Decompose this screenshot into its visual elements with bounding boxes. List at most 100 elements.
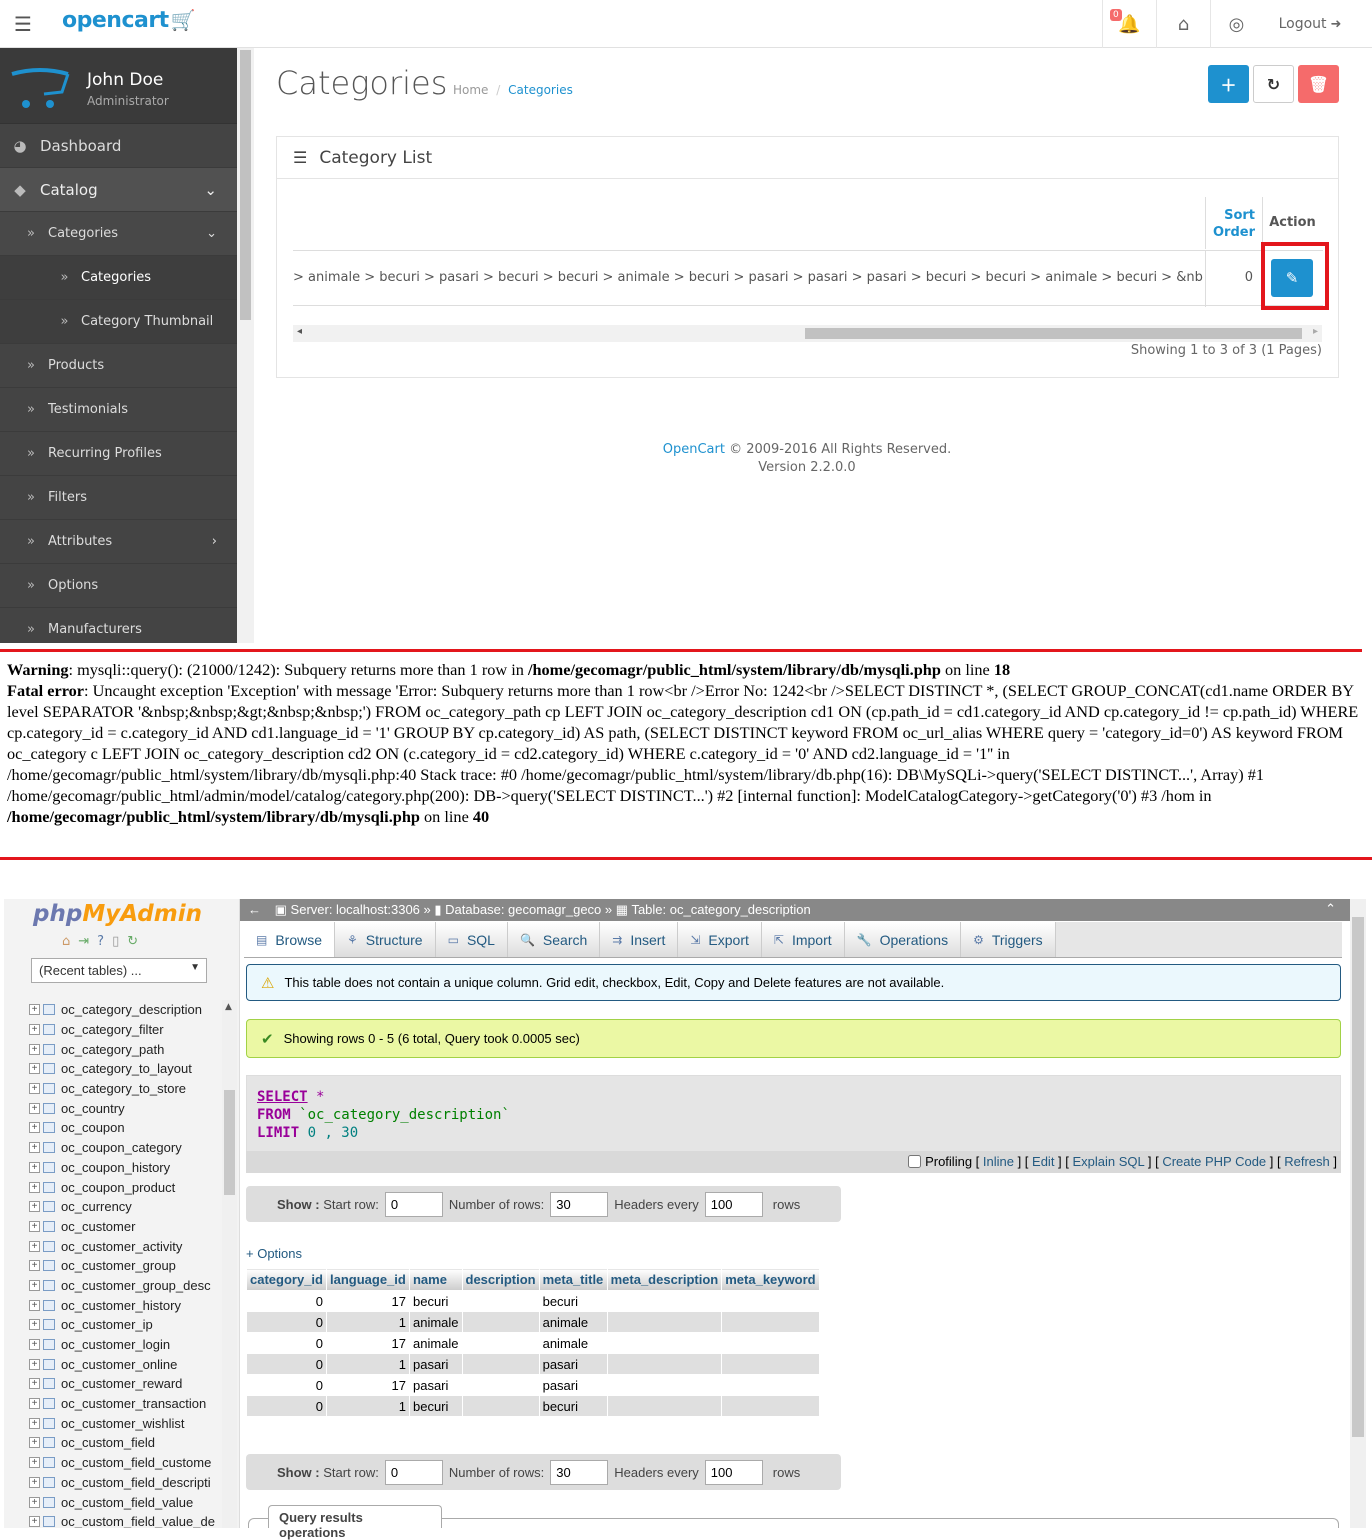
table-name[interactable]: oc_currency: [61, 1199, 132, 1214]
column-header[interactable]: meta_description: [606, 1268, 723, 1291]
help-lifebuoy-icon[interactable]: ◎: [1210, 0, 1262, 48]
crumb-table[interactable]: Table: oc_category_description: [631, 902, 810, 917]
logout-button[interactable]: Logout ➜: [1260, 0, 1360, 48]
table-name[interactable]: oc_customer_transaction: [61, 1396, 206, 1411]
expand-icon[interactable]: +: [29, 1122, 40, 1134]
tree-item[interactable]: + oc_customer_transaction: [29, 1394, 221, 1414]
table-name[interactable]: oc_category_path: [61, 1042, 164, 1057]
expand-icon[interactable]: +: [29, 1220, 40, 1232]
notifications-bell-icon[interactable]: 🔔: [1102, 0, 1156, 48]
expand-icon[interactable]: +: [29, 1417, 40, 1429]
start-row-input[interactable]: [384, 1191, 443, 1217]
tree-item[interactable]: + oc_customer_online: [29, 1354, 221, 1374]
tree-item[interactable]: + oc_custom_field_descripti: [29, 1473, 221, 1493]
table-name[interactable]: oc_coupon_history: [61, 1160, 170, 1175]
table-name[interactable]: oc_coupon_product: [61, 1180, 175, 1195]
reload-icon[interactable]: ↻: [127, 934, 146, 949]
sidebar-item-dashboard[interactable]: ◕ Dashboard: [0, 124, 237, 168]
collapse-icon[interactable]: ⌃: [1325, 901, 1336, 917]
tab-sql[interactable]: ▭ SQL: [435, 922, 508, 957]
column-header[interactable]: meta_keyword: [721, 1268, 820, 1291]
expand-icon[interactable]: +: [29, 1240, 40, 1252]
table-name[interactable]: oc_category_description: [61, 1002, 202, 1017]
table-name[interactable]: oc_customer_history: [61, 1298, 181, 1313]
help-icon[interactable]: ?: [97, 934, 112, 949]
tree-item[interactable]: + oc_country: [29, 1098, 221, 1118]
horizontal-scrollbar[interactable]: ◂ ▸: [293, 325, 1322, 342]
tree-item[interactable]: + oc_customer_history: [29, 1295, 221, 1315]
start-row-input[interactable]: [384, 1459, 443, 1485]
edit-link[interactable]: Edit: [1032, 1154, 1054, 1169]
crumb-server[interactable]: Server: localhost:3306: [291, 902, 420, 917]
sidebar-item-categories-group[interactable]: » Categories ⌄: [0, 212, 237, 256]
create-php-code-link[interactable]: Create PHP Code: [1162, 1154, 1266, 1169]
expand-icon[interactable]: +: [29, 1004, 40, 1016]
tree-item[interactable]: + oc_category_to_layout: [29, 1059, 221, 1079]
tab-triggers[interactable]: ⚙ Triggers: [961, 922, 1056, 957]
table-name[interactable]: oc_customer_ip: [61, 1317, 153, 1332]
home-icon[interactable]: ⌂: [62, 934, 78, 949]
table-name[interactable]: oc_custom_field_value: [61, 1495, 193, 1510]
tree-item[interactable]: + oc_custom_field_value_de: [29, 1512, 221, 1528]
column-header[interactable]: language_id: [325, 1268, 410, 1291]
table-name[interactable]: oc_customer_group: [61, 1258, 176, 1273]
add-new-button[interactable]: ＋: [1208, 65, 1249, 103]
column-header[interactable]: name: [408, 1268, 463, 1291]
table-name[interactable]: oc_category_filter: [61, 1022, 164, 1037]
tab-operations[interactable]: 🔧 Operations: [844, 922, 962, 957]
options-toggle[interactable]: + Options: [246, 1246, 302, 1261]
sql-select[interactable]: SELECT: [257, 1089, 308, 1105]
expand-icon[interactable]: +: [29, 1378, 40, 1390]
column-header[interactable]: category_id: [246, 1268, 327, 1291]
tree-item[interactable]: + oc_customer: [29, 1217, 221, 1237]
table-name[interactable]: oc_coupon_category: [61, 1140, 182, 1155]
tab-import[interactable]: ⇱ Import: [761, 922, 845, 957]
expand-icon[interactable]: +: [29, 1043, 40, 1055]
tree-scrollbar[interactable]: ▲: [222, 1000, 237, 1528]
menu-toggle-icon[interactable]: ☰: [0, 0, 46, 48]
expand-icon[interactable]: +: [29, 1142, 40, 1154]
column-header[interactable]: description: [461, 1268, 540, 1291]
delete-button[interactable]: 🗑: [1298, 65, 1339, 103]
tab-export[interactable]: ⇲ Export: [678, 922, 762, 957]
expand-icon[interactable]: +: [29, 1102, 40, 1114]
tree-item[interactable]: + oc_coupon_category: [29, 1138, 221, 1158]
tab-browse[interactable]: ▤ Browse: [244, 922, 336, 957]
expand-icon[interactable]: +: [29, 1063, 40, 1075]
edit-button[interactable]: ✎: [1271, 259, 1313, 297]
table-name[interactable]: oc_customer: [61, 1219, 135, 1234]
exit-icon[interactable]: ⇥: [78, 934, 97, 949]
tree-item[interactable]: + oc_coupon_history: [29, 1158, 221, 1178]
expand-icon[interactable]: +: [29, 1279, 40, 1291]
table-name[interactable]: oc_custom_field: [61, 1435, 155, 1450]
table-name[interactable]: oc_category_to_store: [61, 1081, 186, 1096]
tree-item[interactable]: + oc_customer_ip: [29, 1315, 221, 1335]
scroll-left-icon[interactable]: ◂: [297, 326, 302, 337]
tree-item[interactable]: + oc_coupon_product: [29, 1177, 221, 1197]
tree-item[interactable]: + oc_customer_reward: [29, 1374, 221, 1394]
footer-opencart-link[interactable]: OpenCart: [663, 442, 725, 457]
tree-item[interactable]: + oc_category_description: [29, 1000, 221, 1020]
tree-item[interactable]: + oc_coupon: [29, 1118, 221, 1138]
scrollbar-thumb[interactable]: [240, 50, 251, 320]
expand-icon[interactable]: +: [29, 1161, 40, 1173]
tree-item[interactable]: + oc_custom_field: [29, 1433, 221, 1453]
column-header[interactable]: meta_title: [538, 1268, 608, 1291]
rebuild-button[interactable]: ↻: [1253, 65, 1294, 103]
expand-icon[interactable]: +: [29, 1496, 40, 1508]
phpmyadmin-logo[interactable]: phpMyAdmin: [33, 901, 202, 927]
expand-icon[interactable]: +: [29, 1398, 40, 1410]
sidebar-item-category-thumbnail[interactable]: » Category Thumbnail: [0, 300, 237, 344]
tree-item[interactable]: + oc_category_path: [29, 1039, 221, 1059]
table-name[interactable]: oc_customer_reward: [61, 1376, 182, 1391]
tree-item[interactable]: + oc_customer_group: [29, 1256, 221, 1276]
table-name[interactable]: oc_category_to_layout: [61, 1061, 192, 1076]
refresh-link[interactable]: Refresh: [1284, 1154, 1330, 1169]
expand-icon[interactable]: +: [29, 1516, 40, 1528]
home-icon[interactable]: ⌂: [1156, 0, 1210, 48]
table-name[interactable]: oc_customer_group_desc: [61, 1278, 211, 1293]
expand-icon[interactable]: +: [29, 1319, 40, 1331]
table-name[interactable]: oc_custom_field_descripti: [61, 1475, 211, 1490]
scroll-right-icon[interactable]: ▸: [1313, 326, 1318, 337]
expand-icon[interactable]: +: [29, 1358, 40, 1370]
